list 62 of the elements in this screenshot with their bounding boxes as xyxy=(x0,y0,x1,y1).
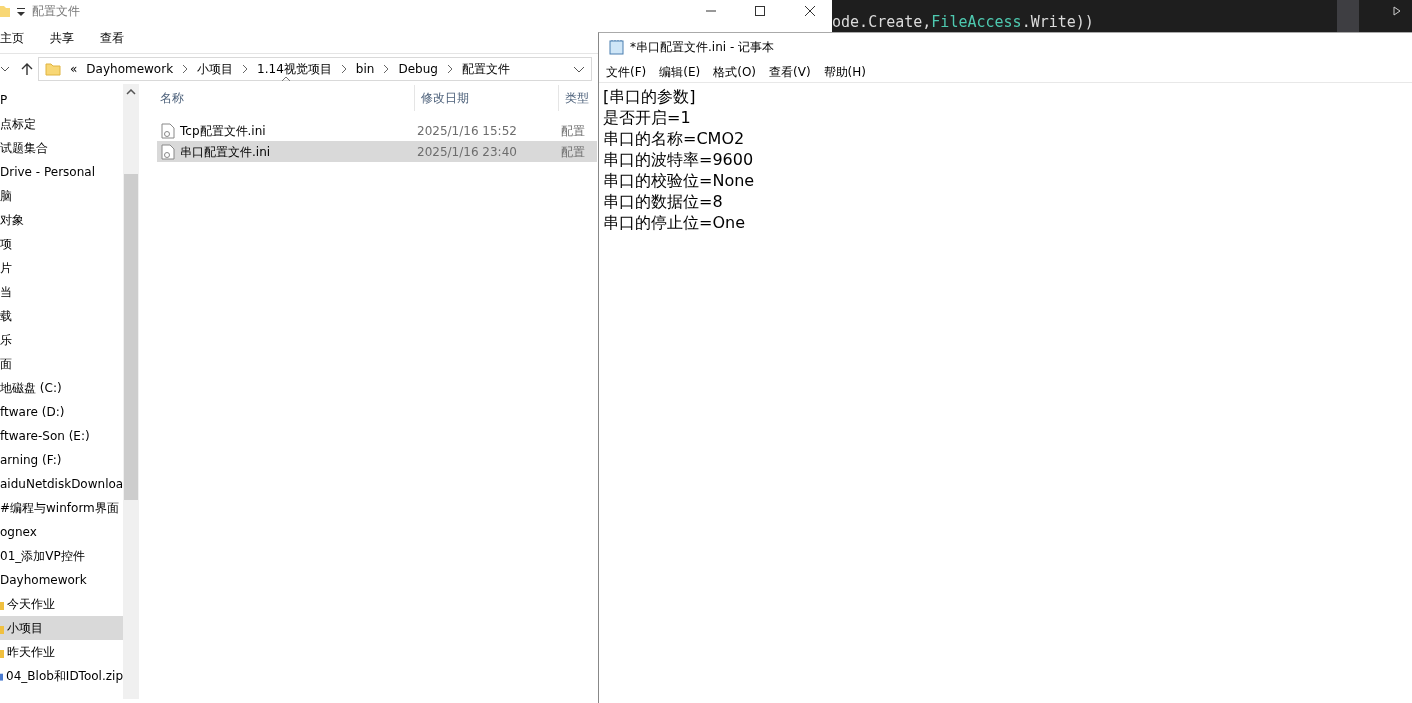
ribbon-tab[interactable]: 主页 xyxy=(0,28,38,47)
file-row[interactable]: Tcp配置文件.ini 2025/1/16 15:52 配置 xyxy=(157,120,597,141)
nav-item[interactable]: 地磁盘 (C:) xyxy=(0,376,123,400)
menu-item[interactable]: 帮助(H) xyxy=(823,62,866,81)
ribbon-tab[interactable]: 共享 xyxy=(50,28,88,47)
breadcrumb-item[interactable]: 小项目 xyxy=(197,60,234,78)
breadcrumb-item[interactable]: 配置文件 xyxy=(461,60,510,78)
address-bar[interactable]: « Dayhomework 小项目 1.14视觉项目 bin Debug 配置文件 xyxy=(38,57,592,81)
text-line: 串口的停止位=One xyxy=(603,212,746,233)
nav-item[interactable]: ftware (D:) xyxy=(0,400,123,424)
text-line: 串口的校验位=None xyxy=(603,170,756,191)
nav-item[interactable]: P xyxy=(0,88,123,112)
breadcrumb-item[interactable]: Debug xyxy=(398,60,438,78)
nav-item[interactable]: 对象 xyxy=(0,208,123,232)
file-name: Tcp配置文件.ini xyxy=(180,122,266,140)
nav-item[interactable]: arning (F:) xyxy=(0,448,123,472)
file-date: 2025/1/16 23:40 xyxy=(417,144,517,159)
nav-item[interactable]: 04_Blob和IDTool.zip xyxy=(0,664,123,688)
nav-item[interactable]: aiduNetdiskDownloa xyxy=(0,472,123,496)
nav-item[interactable]: Dayhomework xyxy=(0,568,123,592)
nav-item[interactable]: ftware-Son (E:) xyxy=(0,424,123,448)
text-line: [串口的参数] xyxy=(603,86,697,107)
window-title: 配置文件 xyxy=(32,3,80,20)
text-line: 串口的名称=CMO2 xyxy=(603,128,746,149)
menu-item[interactable]: 编辑(E) xyxy=(659,62,701,81)
column-header[interactable]: 修改日期 xyxy=(421,89,469,107)
nav-item[interactable]: 昨天作业 xyxy=(0,640,123,664)
ribbon-tab[interactable]: 查看 xyxy=(100,28,138,47)
file-date: 2025/1/16 15:52 xyxy=(417,123,517,138)
file-name: 串口配置文件.ini xyxy=(180,143,271,161)
code-line: ode.Create,FileAccess.Write)) xyxy=(832,13,1094,31)
file-type: 配置 xyxy=(561,123,585,138)
nav-item[interactable]: 点标定 xyxy=(0,112,123,136)
menu-item[interactable]: 文件(F) xyxy=(606,62,647,81)
column-header[interactable]: 名称 xyxy=(160,91,184,105)
nav-item[interactable]: 当 xyxy=(0,280,123,304)
nav-item[interactable]: ognex xyxy=(0,520,123,544)
nav-item[interactable]: 载 xyxy=(0,304,123,328)
text-line: 是否开启=1 xyxy=(603,107,692,128)
overflow-chevron[interactable]: « xyxy=(70,60,78,78)
nav-item[interactable]: 01_添加VP控件 xyxy=(0,544,123,568)
nav-item[interactable]: 脑 xyxy=(0,184,123,208)
file-row[interactable]: 串口配置文件.ini 2025/1/16 23:40 配置 xyxy=(157,141,597,162)
nav-item[interactable]: #编程与winform界面 xyxy=(0,496,123,520)
text-line: 串口的波特率=9600 xyxy=(603,149,755,170)
menu-item[interactable]: 查看(V) xyxy=(769,62,811,81)
column-header[interactable]: 类型 xyxy=(565,89,589,107)
window-title: *串口配置文件.ini - 记事本 xyxy=(630,39,775,56)
breadcrumb-item[interactable]: Dayhomework xyxy=(86,60,174,78)
nav-item[interactable]: 面 xyxy=(0,352,123,376)
menu-item[interactable]: 格式(O) xyxy=(713,62,757,81)
breadcrumb-item[interactable]: bin xyxy=(355,60,375,78)
nav-item[interactable]: 小项目 xyxy=(0,616,123,640)
nav-item[interactable]: 片 xyxy=(0,256,123,280)
nav-item[interactable]: Drive - Personal xyxy=(0,160,123,184)
nav-item[interactable]: 今天作业 xyxy=(0,592,123,616)
nav-item[interactable]: 试题集合 xyxy=(0,136,123,160)
breadcrumb-item[interactable]: 1.14视觉项目 xyxy=(257,60,332,78)
nav-item[interactable]: 乐 xyxy=(0,328,123,352)
file-type: 配置 xyxy=(561,144,585,159)
nav-item[interactable]: 项 xyxy=(0,232,123,256)
text-line: 串口的数据位=8 xyxy=(603,191,724,212)
